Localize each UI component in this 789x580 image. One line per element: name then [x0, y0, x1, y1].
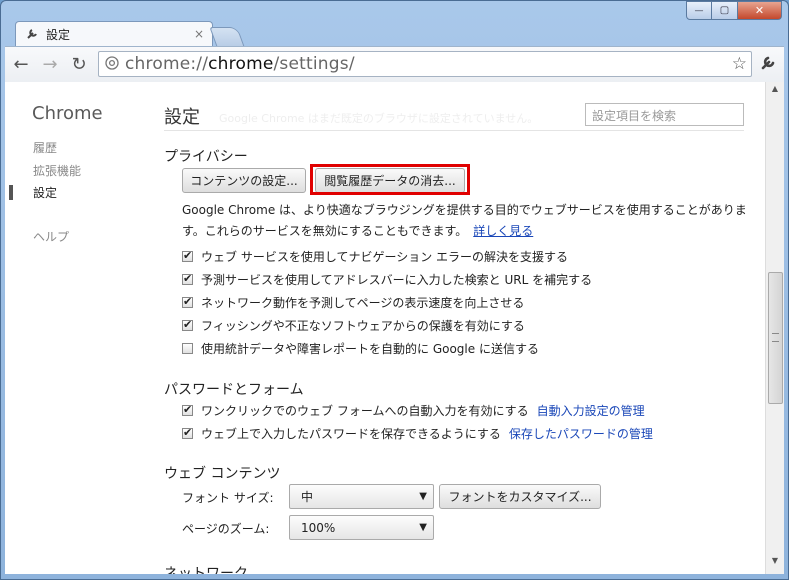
maximize-icon: ▢ — [719, 5, 730, 16]
maximize-button[interactable]: ▢ — [712, 1, 738, 20]
wrench-menu-icon[interactable] — [760, 53, 778, 74]
settings-search-input[interactable]: 設定項目を検索 — [585, 103, 744, 126]
minimize-button[interactable]: — — [686, 1, 712, 20]
web-content-heading: ウェブ コンテンツ — [164, 466, 281, 482]
tab-settings[interactable]: 設定 × — [15, 21, 213, 47]
new-tab-button[interactable] — [209, 27, 245, 47]
bookmark-star-icon[interactable]: ☆ — [732, 54, 747, 74]
checkbox[interactable] — [182, 343, 193, 354]
browser-window: — ▢ ✕ 設定 × ← → ↻ chrome://chrome/setting… — [0, 0, 789, 580]
tab-close-icon[interactable]: × — [194, 27, 204, 41]
sidebar-item-help[interactable]: ヘルプ — [33, 228, 69, 245]
learn-more-link[interactable]: 詳しく見る — [473, 224, 533, 238]
minimize-icon: — — [694, 5, 704, 16]
checkbox[interactable] — [182, 295, 193, 308]
forward-arrow-icon: → — [42, 54, 58, 75]
toolbar: ← → ↻ chrome://chrome/settings/ ☆ — [5, 46, 784, 82]
option-save-passwords[interactable]: ウェブ上で入力したパスワードを保存できるようにする保存したパスワードの管理 — [182, 425, 653, 442]
forward-button[interactable]: → — [37, 52, 63, 78]
page-icon — [105, 55, 119, 73]
checkbox[interactable] — [182, 249, 193, 262]
vertical-scrollbar[interactable]: ▲ ▼ — [765, 82, 784, 574]
privacy-description: Google Chrome は、より快適なブラウジングを提供する目的でウェブサー… — [182, 203, 747, 238]
sidebar-item-history[interactable]: 履歴 — [33, 139, 57, 156]
passwords-heading: パスワードとフォーム — [164, 382, 304, 398]
page-zoom-label: ページのズーム: — [182, 522, 270, 536]
window-controls: — ▢ ✕ — [686, 1, 782, 20]
font-size-select[interactable]: 中 ▼ — [289, 484, 434, 509]
url-text: chrome://chrome/settings/ — [125, 54, 355, 74]
dropdown-arrow-icon: ▼ — [419, 491, 427, 502]
checkbox[interactable] — [182, 426, 193, 439]
grip-icon — [772, 333, 779, 342]
checkbox[interactable] — [182, 272, 193, 285]
content-settings-button[interactable]: コンテンツの設定... — [182, 168, 306, 193]
back-button[interactable]: ← — [8, 52, 34, 78]
sidebar-brand: Chrome — [32, 103, 103, 124]
scroll-thumb[interactable] — [768, 272, 783, 404]
close-icon: ✕ — [754, 4, 765, 17]
privacy-heading: プライバシー — [164, 149, 248, 165]
back-arrow-icon: ← — [13, 54, 29, 75]
option-autofill[interactable]: ワンクリックでのウェブ フォームへの自動入力を有効にする自動入力設定の管理 — [182, 402, 645, 419]
header-divider — [164, 130, 744, 131]
active-indicator — [9, 185, 13, 200]
dropdown-arrow-icon: ▼ — [419, 522, 427, 533]
checkbox[interactable] — [182, 403, 193, 416]
tab-title: 設定 — [46, 28, 71, 42]
page-zoom-select[interactable]: 100% ▼ — [289, 515, 434, 540]
autofill-settings-link[interactable]: 自動入力設定の管理 — [537, 402, 645, 419]
reload-button[interactable]: ↻ — [66, 52, 92, 78]
option-network-predict[interactable]: ネットワーク動作を予測してページの表示速度を向上させる — [182, 294, 524, 311]
reload-icon: ↻ — [71, 54, 87, 75]
close-window-button[interactable]: ✕ — [738, 1, 782, 20]
option-nav-error[interactable]: ウェブ サービスを使用してナビゲーション エラーの解決を支援する — [182, 248, 568, 265]
scroll-up-icon[interactable]: ▲ — [766, 84, 784, 100]
font-size-label: フォント サイズ: — [182, 491, 274, 505]
address-bar[interactable]: chrome://chrome/settings/ ☆ — [98, 51, 752, 77]
network-heading: ネットワーク — [164, 566, 248, 574]
sidebar-item-settings[interactable]: 設定 — [33, 184, 57, 201]
checkbox[interactable] — [182, 318, 193, 331]
option-usage-stats[interactable]: 使用統計データや障害レポートを自動的に Google に送信する — [182, 340, 539, 357]
default-browser-notice: Google Chrome はまだ既定のブラウザに設定されていません。 — [219, 112, 539, 125]
settings-page: Chrome 履歴 拡張機能 設定 ヘルプ 設定 Google Chrome は… — [5, 82, 765, 574]
page-title: 設定 — [164, 107, 200, 128]
saved-passwords-link[interactable]: 保存したパスワードの管理 — [509, 425, 653, 442]
customize-fonts-button[interactable]: フォントをカスタマイズ... — [439, 484, 601, 509]
option-phishing[interactable]: フィッシングや不正なソフトウェアからの保護を有効にする — [182, 317, 525, 334]
highlight-box — [310, 164, 470, 195]
option-prediction[interactable]: 予測サービスを使用してアドレスバーに入力した検索と URL を補完する — [182, 271, 592, 288]
scroll-down-icon[interactable]: ▼ — [766, 556, 784, 572]
sidebar-item-extensions[interactable]: 拡張機能 — [33, 162, 81, 179]
wrench-icon — [26, 26, 40, 43]
